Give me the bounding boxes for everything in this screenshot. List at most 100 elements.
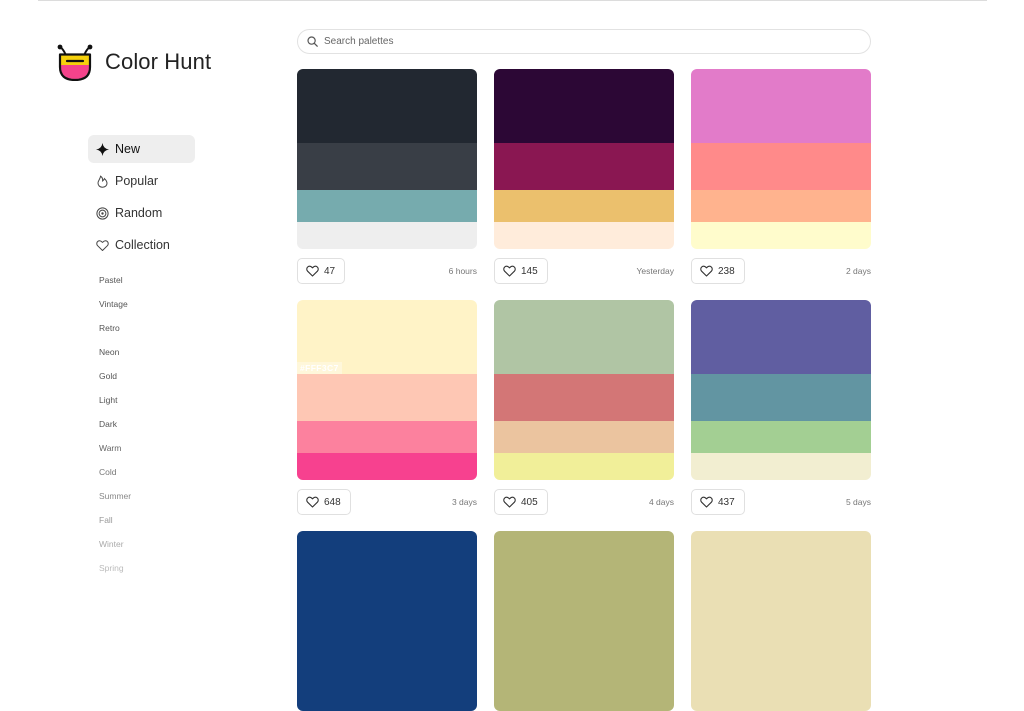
nav-item-popular[interactable]: Popular <box>88 167 195 195</box>
like-count: 47 <box>324 265 336 277</box>
tag-fall[interactable]: Fall <box>99 513 131 537</box>
tag-dark[interactable]: Dark <box>99 417 131 441</box>
color-segment[interactable] <box>297 605 477 652</box>
heart-icon <box>503 265 521 277</box>
palette-date: 6 hours <box>448 266 477 276</box>
color-segment[interactable] <box>494 605 674 652</box>
nav-item-label: New <box>115 142 141 156</box>
nav-item-random[interactable]: Random <box>88 199 195 227</box>
palette-swatch[interactable] <box>297 531 477 711</box>
palette-swatch[interactable] <box>494 531 674 711</box>
color-segment[interactable] <box>297 684 477 711</box>
tag-retro[interactable]: Retro <box>99 321 131 345</box>
color-segment[interactable] <box>297 374 477 421</box>
like-button[interactable]: 437 <box>691 489 745 515</box>
palette-swatch[interactable]: #FFF3C7 <box>297 300 477 480</box>
color-segment[interactable] <box>691 222 871 249</box>
tag-neon[interactable]: Neon <box>99 345 131 369</box>
top-divider <box>38 0 987 1</box>
palette-meta: 648 3 days <box>297 489 477 517</box>
heart-icon <box>700 496 718 508</box>
color-segment[interactable] <box>297 190 477 222</box>
tag-warm[interactable]: Warm <box>99 441 131 465</box>
palette-card: 405 4 days <box>494 300 674 517</box>
tag-summer[interactable]: Summer <box>99 489 131 513</box>
sidebar-nav: New Popular Random Collection <box>88 135 195 263</box>
search-icon <box>307 36 318 47</box>
like-button[interactable]: 648 <box>297 489 351 515</box>
color-segment[interactable] <box>494 684 674 711</box>
tag-pastel[interactable]: Pastel <box>99 273 131 297</box>
like-count: 648 <box>324 496 341 508</box>
color-segment[interactable] <box>494 531 674 605</box>
color-segment[interactable] <box>297 222 477 249</box>
color-segment[interactable] <box>494 421 674 453</box>
color-segment[interactable] <box>691 374 871 421</box>
nav-item-new[interactable]: New <box>88 135 195 163</box>
sparkle-icon <box>96 142 109 156</box>
palette-swatch[interactable] <box>691 69 871 249</box>
hex-code-label[interactable]: #FFF3C7 <box>297 362 342 374</box>
color-segment[interactable] <box>691 605 871 652</box>
like-button[interactable]: 145 <box>494 258 548 284</box>
palette-swatch[interactable] <box>297 69 477 249</box>
nav-item-label: Collection <box>115 238 170 252</box>
nav-item-label: Random <box>115 206 163 220</box>
tag-cold[interactable]: Cold <box>99 465 131 489</box>
palette-swatch[interactable] <box>494 69 674 249</box>
color-segment[interactable] <box>494 190 674 222</box>
color-segment[interactable] <box>494 300 674 374</box>
tag-light[interactable]: Light <box>99 393 131 417</box>
like-button[interactable]: 238 <box>691 258 745 284</box>
color-segment[interactable] <box>297 143 477 190</box>
color-segment[interactable] <box>297 652 477 684</box>
tag-spring[interactable]: Spring <box>99 561 131 585</box>
like-count: 238 <box>718 265 735 277</box>
color-segment[interactable] <box>691 143 871 190</box>
color-segment[interactable] <box>297 69 477 143</box>
nav-item-label: Popular <box>115 174 159 188</box>
search-input[interactable] <box>324 32 844 51</box>
color-segment[interactable] <box>494 143 674 190</box>
palette-date: 3 days <box>451 497 477 507</box>
color-segment[interactable] <box>494 453 674 480</box>
color-segment[interactable] <box>691 652 871 684</box>
color-segment[interactable] <box>297 531 477 605</box>
palette-card <box>297 531 477 711</box>
color-segment[interactable] <box>691 190 871 222</box>
color-segment[interactable] <box>691 453 871 480</box>
color-segment[interactable] <box>494 222 674 249</box>
tag-winter[interactable]: Winter <box>99 537 131 561</box>
color-segment[interactable] <box>691 300 871 374</box>
palette-date: Yesterday <box>636 266 675 276</box>
spiral-icon <box>96 206 109 220</box>
like-button[interactable]: 47 <box>297 258 346 284</box>
palette-card <box>494 531 674 711</box>
color-segment[interactable] <box>691 684 871 711</box>
tag-vintage[interactable]: Vintage <box>99 297 131 321</box>
palette-swatch[interactable] <box>494 300 674 480</box>
color-segment[interactable] <box>297 421 477 453</box>
color-segment[interactable] <box>691 421 871 453</box>
palette-card: 437 5 days <box>691 300 871 517</box>
nav-item-collection[interactable]: Collection <box>88 231 195 259</box>
color-segment[interactable] <box>297 453 477 480</box>
color-segment[interactable] <box>494 652 674 684</box>
color-segment[interactable] <box>494 69 674 143</box>
color-segment[interactable] <box>494 374 674 421</box>
palette-swatch[interactable] <box>691 531 871 711</box>
palette-card: 238 2 days <box>691 69 871 286</box>
color-hunt-logo-icon <box>57 43 93 81</box>
color-segment[interactable]: #FFF3C7 <box>297 300 477 374</box>
like-button[interactable]: 405 <box>494 489 548 515</box>
logo[interactable]: Color Hunt <box>57 43 211 81</box>
color-segment[interactable] <box>691 69 871 143</box>
palette-card: 145 Yesterday <box>494 69 674 286</box>
search-bar[interactable] <box>297 29 871 54</box>
palette-card <box>691 531 871 711</box>
color-segment[interactable] <box>691 531 871 605</box>
heart-icon <box>700 265 718 277</box>
palette-swatch[interactable] <box>691 300 871 480</box>
tag-gold[interactable]: Gold <box>99 369 131 393</box>
heart-icon <box>306 496 324 508</box>
